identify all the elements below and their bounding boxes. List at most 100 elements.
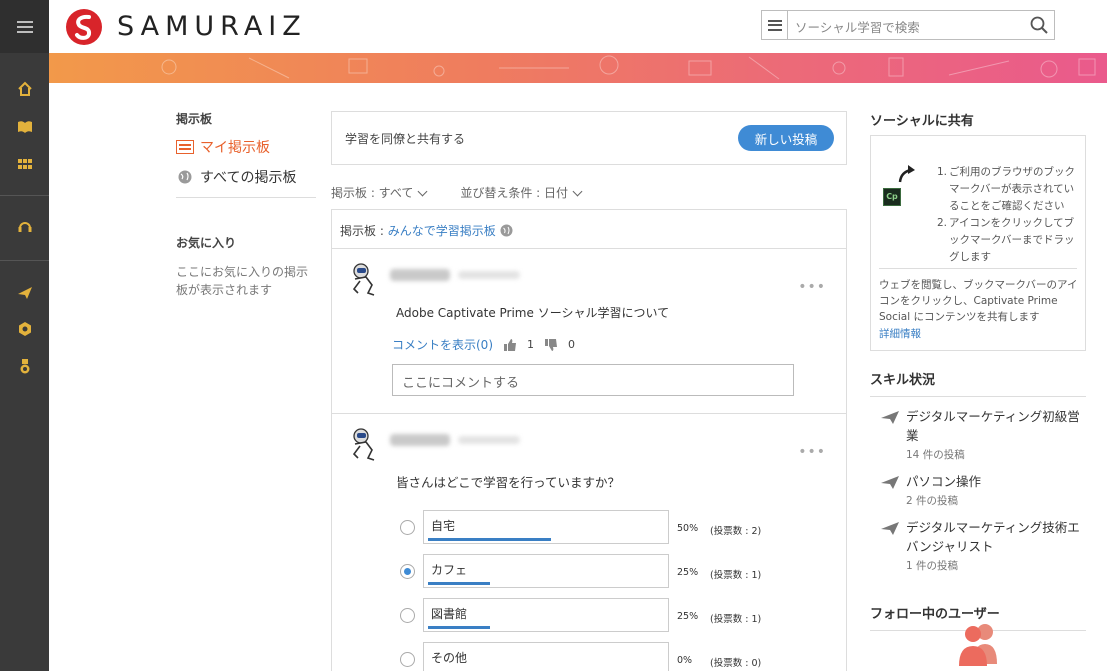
nav-my-board[interactable]: マイ掲示板 (176, 137, 316, 157)
support-icon[interactable] (17, 219, 33, 235)
poll-option[interactable]: 自宅 50% (投票数 : 2) (400, 510, 820, 546)
send-icon (881, 522, 899, 535)
board-filter-label: 掲示板 : すべて (331, 186, 414, 200)
more-options-icon[interactable]: ••• (798, 444, 826, 460)
list-icon (767, 19, 782, 31)
poll-option-box[interactable]: カフェ (423, 554, 669, 588)
share-learning-box: 学習を同僚と共有する 新しい投稿 (331, 111, 847, 165)
header-banner (49, 53, 1107, 83)
chevron-down-icon (417, 186, 428, 197)
poll-result-bar (428, 582, 490, 585)
poll-option-box[interactable]: 図書館 (423, 598, 669, 632)
feed-board-header: 掲示板 : みんなで学習掲示板 (332, 210, 846, 249)
boards-heading: 掲示板 (176, 112, 213, 126)
globe-icon (500, 224, 513, 237)
poll-radio[interactable] (400, 564, 415, 579)
skill-item[interactable]: パソコン操作 2 件の投稿 (870, 472, 1086, 508)
social-share-box: Cp 1. ご利用のブラウザのブックマークバーが表示されていることをご確認ください… (870, 135, 1086, 351)
skill-name: デジタルマーケティング初級営業 (906, 409, 1080, 443)
share-web-text: ウェブを閲覧し、ブックマークバーのアイコンをクリックし、Captivate Pr… (879, 279, 1078, 323)
nav-divider (176, 197, 316, 198)
poll-percent: 25% (677, 567, 699, 578)
board-filter-dropdown[interactable]: 掲示板 : すべて (331, 184, 428, 201)
skill-name: デジタルマーケティング技術エバンジャリスト (906, 520, 1080, 554)
show-comments-link[interactable]: コメントを表示(0) (392, 336, 493, 353)
right-column: ソーシャルに共有 Cp 1. ご利用のブラウザのブックマークバーが表示されているこ… (870, 110, 1086, 631)
author-name-blurred (390, 434, 450, 446)
poll-option-box[interactable]: その他 (423, 642, 669, 671)
skill-post-count: 2 件の投稿 (906, 495, 959, 507)
step-number: 2. (937, 217, 948, 229)
social-share-heading: ソーシャルに共有 (870, 114, 974, 129)
skill-item[interactable]: デジタルマーケティング技術エバンジャリスト 1 件の投稿 (870, 518, 1086, 573)
users-icon (959, 624, 997, 666)
share-steps: 1. ご利用のブラウザのブックマークバーが表示されていることをご確認ください 2.… (937, 164, 1079, 266)
home-icon[interactable] (17, 81, 33, 97)
captivate-prime-bookmarklet-icon[interactable]: Cp (883, 188, 901, 206)
poll-radio[interactable] (400, 652, 415, 667)
board-label: 掲示板 : (340, 224, 388, 238)
comment-input[interactable]: ここにコメントする (392, 364, 794, 396)
main-menu-button[interactable] (0, 0, 49, 53)
like-count: 1 (527, 338, 534, 351)
search-filter-button[interactable] (762, 11, 788, 39)
hamburger-icon (16, 20, 33, 33)
thumbs-up-icon[interactable] (503, 338, 517, 352)
board-list-icon (176, 140, 194, 154)
poll-option-label: その他 (431, 651, 468, 665)
poll-result-bar (428, 538, 551, 541)
poll-option[interactable]: 図書館 25% (投票数 : 1) (400, 598, 820, 634)
more-options-icon[interactable]: ••• (798, 279, 826, 295)
details-link[interactable]: 詳細情報 (879, 326, 921, 341)
post-text: Adobe Captivate Prime ソーシャル学習について (396, 306, 670, 320)
samuraiz-logo-icon (66, 9, 102, 45)
sidebar-divider (0, 260, 49, 261)
poll-percent: 0% (677, 655, 693, 666)
search-input[interactable]: ソーシャル学習で検索 (795, 17, 920, 36)
grid-icon[interactable] (17, 156, 33, 172)
social-divider (879, 268, 1077, 269)
book-icon[interactable] (17, 119, 33, 135)
step-2-text: アイコンをクリックしてブックマークバーまでドラッグします (949, 217, 1075, 263)
poll-votes: (投票数 : 1) (710, 614, 762, 625)
poll-result-bar (428, 626, 490, 629)
step-1-text: ご利用のブラウザのブックマークバーが表示されていることをご確認ください (949, 166, 1075, 212)
logo-text: SAMURAIZ (117, 11, 307, 42)
banner-pattern (161, 55, 1096, 80)
top-header: SAMURAIZ ソーシャル学習で検索 (49, 0, 1107, 53)
sort-filter-dropdown[interactable]: 並び替え条件 : 日付 (460, 184, 583, 201)
nav-all-boards[interactable]: すべての掲示板 (176, 167, 316, 187)
board-link[interactable]: みんなで学習掲示板 (388, 224, 496, 238)
poll-votes: (投票数 : 2) (710, 526, 762, 537)
search-icon[interactable] (1030, 16, 1048, 34)
sort-filter-label: 並び替え条件 : 日付 (460, 186, 569, 200)
step-number: 1. (937, 166, 948, 178)
send-icon (881, 411, 899, 424)
sidebar-divider (0, 195, 49, 196)
poll-option[interactable]: カフェ 25% (投票数 : 1) (400, 554, 820, 590)
poll-post: ••• 皆さんはどこで学習を行っていますか？ 自宅 50% (投票数 : 2) カフェ… (332, 414, 846, 671)
medal-icon[interactable] (17, 358, 33, 374)
astronaut-avatar-icon[interactable] (344, 259, 384, 299)
skill-item[interactable]: デジタルマーケティング初級営業 14 件の投稿 (870, 407, 1086, 462)
poll-radio[interactable] (400, 608, 415, 623)
share-prompt: 学習を同僚と共有する (345, 132, 466, 146)
astronaut-avatar-icon[interactable] (344, 424, 384, 464)
thumbs-down-icon[interactable] (544, 338, 558, 352)
search-box[interactable]: ソーシャル学習で検索 (761, 10, 1055, 40)
poll-question: 皆さんはどこで学習を行っていますか？ (396, 475, 621, 490)
post-meta-blurred (458, 436, 520, 444)
poll-radio[interactable] (400, 520, 415, 535)
poll-votes: (投票数 : 1) (710, 570, 762, 581)
poll-option-box[interactable]: 自宅 (423, 510, 669, 544)
poll-option[interactable]: その他 0% (投票数 : 0) (400, 642, 820, 671)
post-meta-blurred (458, 271, 520, 279)
poll-votes: (投票数 : 0) (710, 658, 762, 669)
new-post-button[interactable]: 新しい投稿 (738, 125, 834, 151)
badge-icon[interactable] (17, 321, 33, 337)
curved-arrow-icon (898, 165, 915, 183)
send-icon[interactable] (17, 285, 33, 301)
skills-heading: スキル状況 (870, 369, 1086, 397)
skill-post-count: 14 件の投稿 (906, 449, 965, 461)
post-item: ••• Adobe Captivate Prime ソーシャル学習について コメ… (332, 249, 846, 414)
